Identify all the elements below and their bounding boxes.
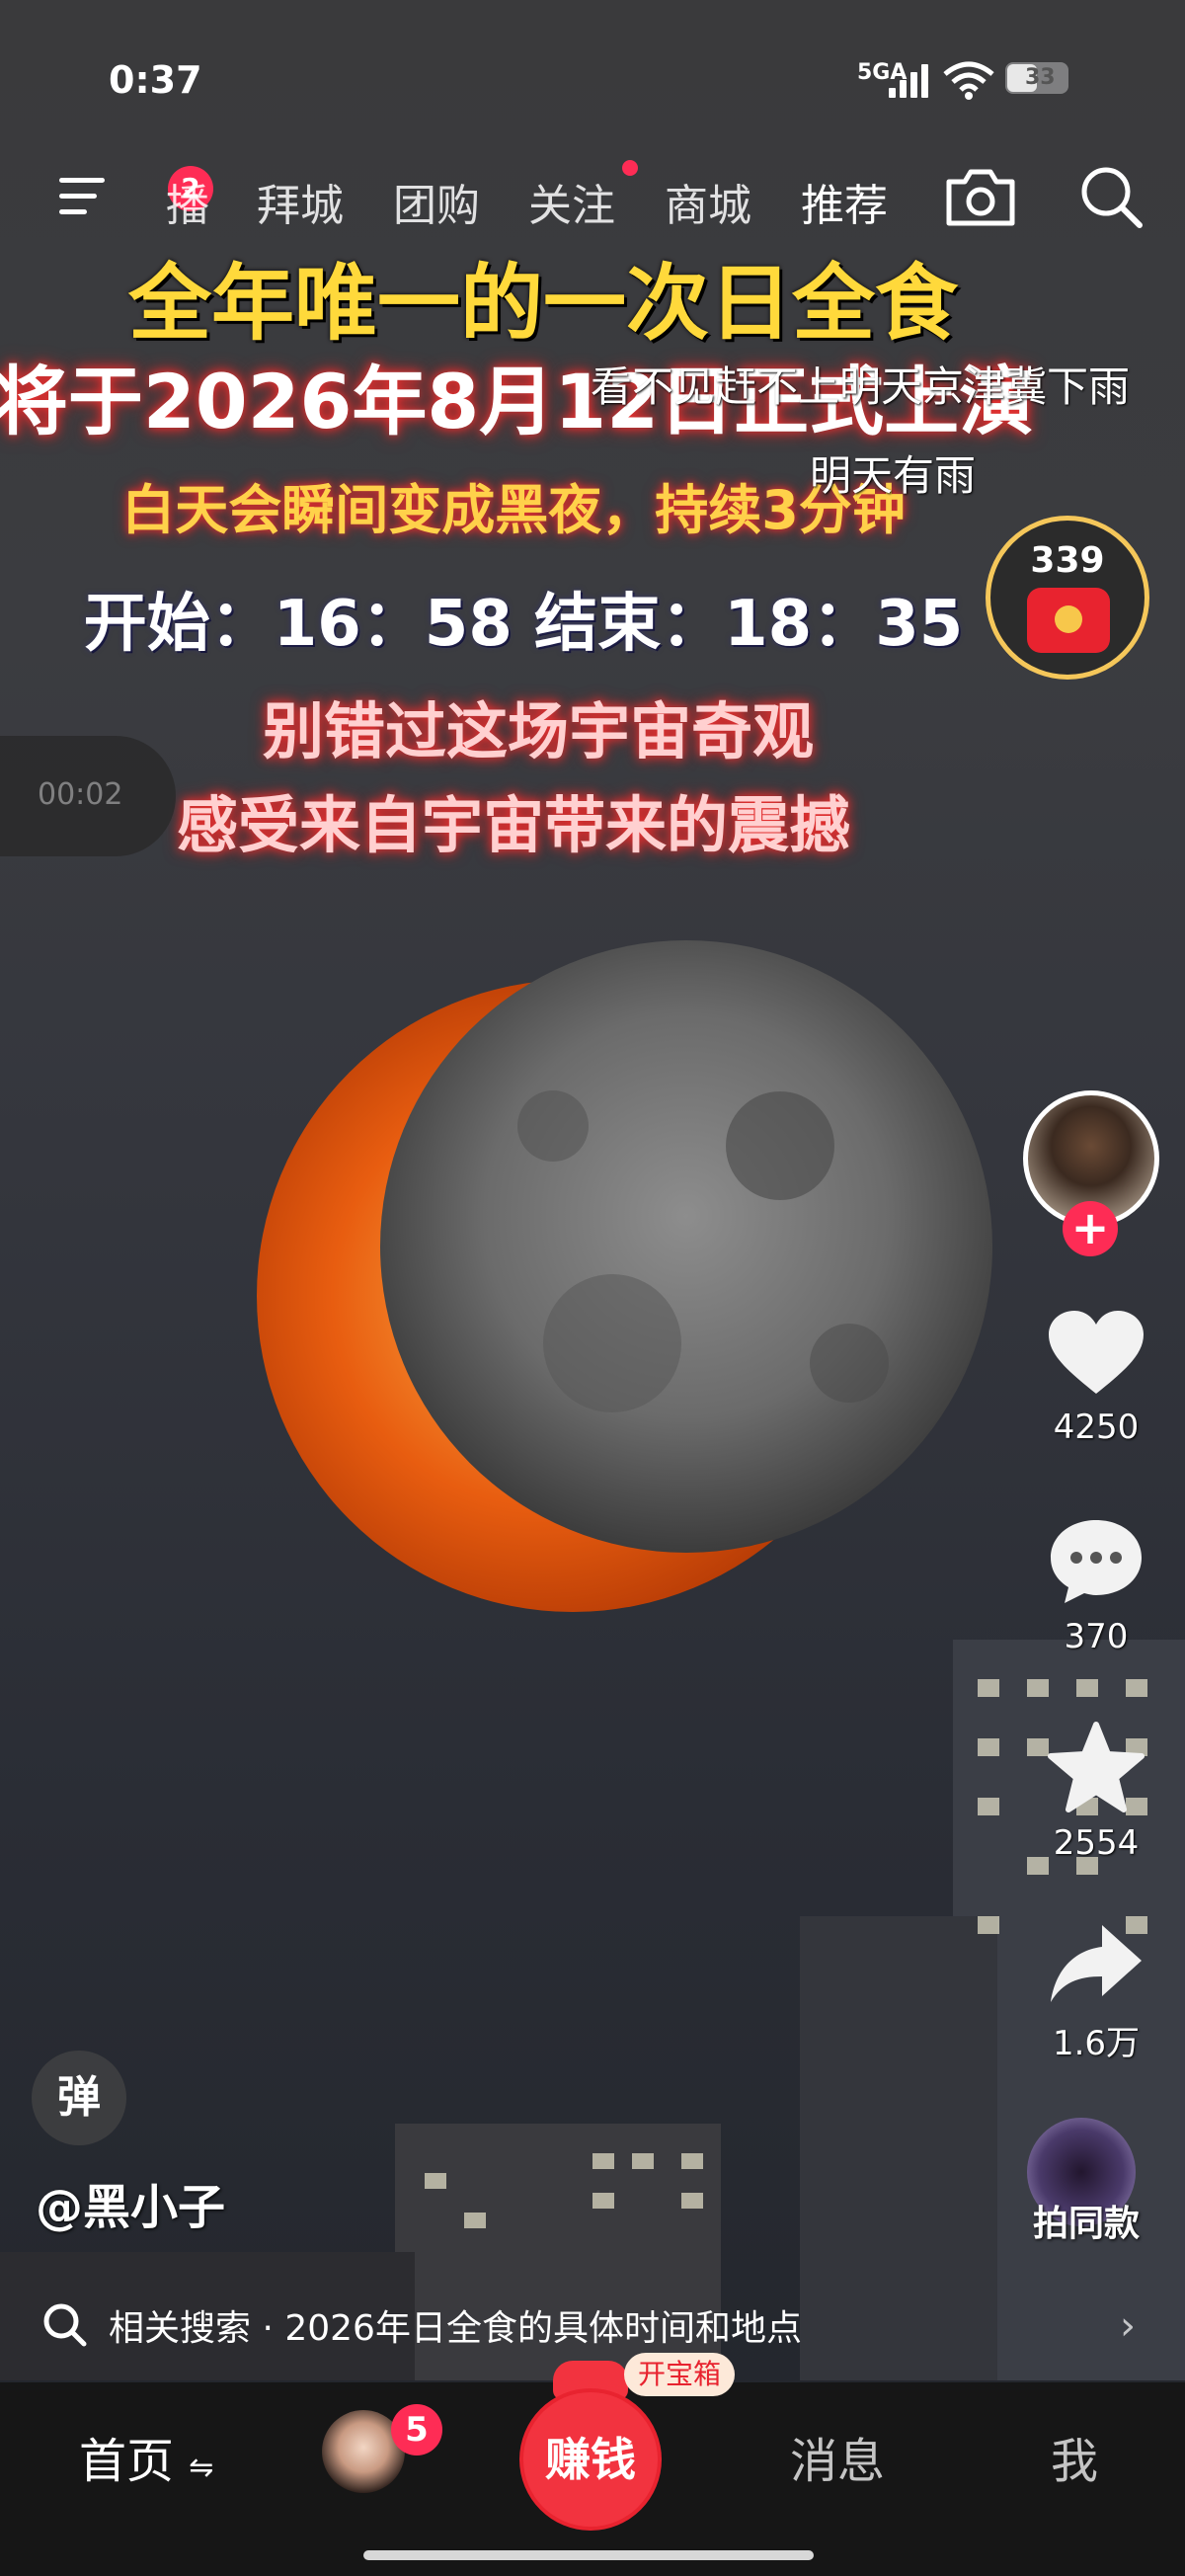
progress-pill[interactable]: 00:02	[0, 736, 176, 856]
comment-button[interactable]: 370	[1037, 1516, 1155, 1656]
moon-crater	[810, 1324, 889, 1403]
top-nav: 2 播 拜城 团购 关注 商城 推荐	[0, 158, 1185, 237]
tab-group-buy[interactable]: 团购	[393, 170, 480, 233]
favorite-button[interactable]: 2554	[1037, 1721, 1155, 1863]
treasure-box-badge[interactable]: 开宝箱	[624, 2353, 736, 2396]
video-screen[interactable]: 0:37 5GA 33 2 播 拜城 团购 关注 商城 推荐 全年唯一的一次日全…	[0, 0, 1185, 2576]
favorite-count: 2554	[1053, 1823, 1140, 1863]
battery-level: 33	[1025, 65, 1056, 90]
nav-messages[interactable]: 消息	[790, 2422, 885, 2491]
camera-icon[interactable]	[943, 166, 1018, 229]
star-icon	[1048, 1722, 1145, 1812]
share-icon	[1051, 1925, 1142, 2002]
video-title-line-1: 全年唯一的一次日全食	[127, 255, 958, 352]
tab-baicheng[interactable]: 拜城	[257, 170, 344, 233]
related-search-text: 相关搜索 · 2026年日全食的具体时间和地点	[109, 2308, 802, 2349]
chevron-right-icon: ›	[1120, 2303, 1136, 2349]
share-count: 1.6万	[1052, 2024, 1141, 2063]
video-title-line-4: 开始：16：58 结束：18：35	[83, 588, 964, 661]
friends-badge: 5	[391, 2404, 442, 2455]
share-button[interactable]: 1.6万	[1037, 1921, 1155, 2064]
like-button[interactable]: 4250	[1037, 1309, 1155, 1447]
search-icon	[43, 2303, 87, 2347]
search-icon[interactable]	[1078, 164, 1144, 229]
related-search-bar[interactable]: 相关搜索 · 2026年日全食的具体时间和地点 ›	[0, 2290, 1185, 2359]
red-envelope-icon	[1027, 588, 1110, 653]
following-dot	[622, 160, 638, 176]
refresh-icon: ⇋	[189, 2451, 214, 2485]
shoot-same-label[interactable]: 拍同款	[1033, 2195, 1140, 2246]
comment-icon	[1051, 1520, 1142, 1603]
wifi-icon	[943, 61, 994, 100]
danmaku-toggle-button[interactable]: 弹	[32, 2051, 126, 2145]
moon-disk	[380, 940, 992, 1553]
danmaku-comment: 看不见赶不上明天京津冀下雨	[591, 362, 1131, 411]
like-count: 4250	[1053, 1408, 1140, 1447]
nav-home-label: 首页	[79, 2434, 175, 2489]
tab-following[interactable]: 关注	[528, 170, 615, 233]
moon-crater	[517, 1090, 589, 1162]
tab-live[interactable]: 播	[166, 170, 209, 233]
nav-earn-button[interactable]: 赚钱	[523, 2392, 658, 2527]
tab-recommend[interactable]: 推荐	[801, 170, 888, 233]
tab-mall[interactable]: 商城	[665, 170, 751, 233]
red-packet-count: 339	[1030, 540, 1105, 581]
nav-home[interactable]: 首页 ⇋	[79, 2422, 213, 2491]
moon-crater	[543, 1274, 681, 1412]
follow-button[interactable]: +	[1063, 1201, 1118, 1256]
battery-icon: 33	[1005, 62, 1068, 94]
status-time: 0:37	[109, 58, 202, 102]
red-packet-widget[interactable]: 339	[986, 516, 1149, 680]
menu-icon[interactable]: 2	[59, 166, 213, 217]
nav-me[interactable]: 我	[1051, 2422, 1098, 2491]
author-name[interactable]: @黑小子	[36, 2168, 225, 2237]
home-indicator[interactable]	[363, 2550, 814, 2560]
status-bar: 0:37 5GA 33	[0, 54, 1185, 114]
progress-time: 00:02	[38, 777, 123, 812]
video-title-line-5: 别错过这场宇宙奇观	[262, 695, 814, 767]
comment-count: 370	[1064, 1617, 1129, 1656]
moon-crater	[726, 1091, 834, 1200]
heart-icon	[1049, 1311, 1144, 1394]
bottom-nav: 首页 ⇋ 5 赚钱 开宝箱 消息 我	[0, 2353, 1185, 2576]
danmaku-comment: 明天有雨	[810, 451, 977, 500]
signal-icon	[889, 62, 930, 98]
